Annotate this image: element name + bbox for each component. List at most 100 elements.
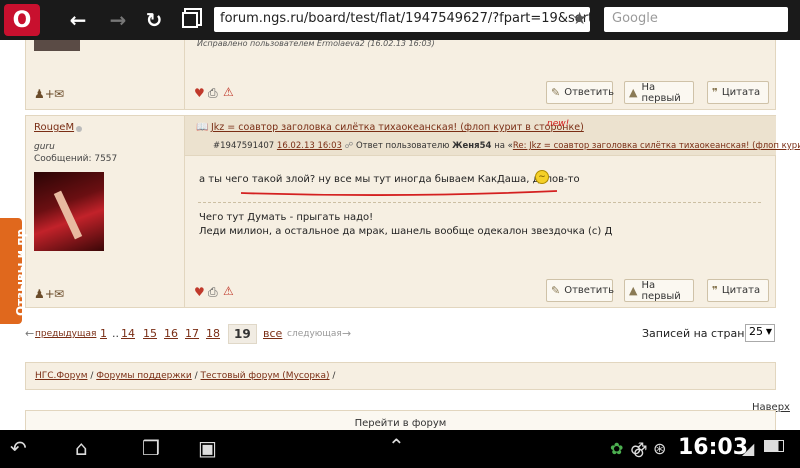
reply-button-label: Ответить (564, 285, 615, 296)
breadcrumb-item[interactable]: Форумы поддержки (96, 371, 192, 381)
subject-icon: 📖 (196, 122, 209, 133)
next-arrow-icon: → (342, 327, 352, 340)
breadcrumb: НГС.Форум / Форумы поддержки / Тестовый … (25, 362, 776, 390)
screenshot-icon[interactable]: ▣ (198, 436, 217, 460)
reload-icon: ↻ (145, 8, 163, 32)
reply-icon: ✎ (551, 86, 561, 99)
avatar (34, 40, 80, 51)
bookmark-star-icon[interactable]: ★ (572, 9, 587, 29)
post-date[interactable]: 16.02.13 16:03 (277, 141, 342, 151)
arrow-left-icon: ← (69, 8, 87, 32)
post-subject[interactable]: Jkz = соавтор заголовка силётка тихаокеа… (211, 122, 584, 133)
link-icon[interactable]: ☍ (345, 141, 354, 151)
page-link[interactable]: 16 (164, 327, 178, 340)
author-column: RougeM guru Сообщений: 7557 ♟+ ✉ (26, 116, 185, 307)
page-ellipsis: .. (112, 327, 119, 340)
add-friend-icon[interactable]: ♟+ (34, 87, 55, 101)
back-nav-icon[interactable]: ↶ (10, 436, 27, 460)
report-icon[interactable]: ⚠ (223, 284, 234, 298)
to-first-button-label: На первый (641, 81, 681, 104)
message-id: #1947591407 (213, 141, 275, 151)
system-nav-bar: ↶ ⌂ ❒ ▣ ⌃ ✿ ⚣ ⊛ 16:03 ◢ (0, 430, 800, 468)
back-button[interactable]: ← (64, 6, 92, 34)
opera-logo-icon: O (12, 7, 32, 33)
clock: 16:03 (678, 435, 749, 460)
wifi-icon: ⊛ (653, 439, 667, 458)
per-page-select[interactable]: 25 ▼ (745, 324, 775, 342)
opera-menu-button[interactable]: O (4, 4, 40, 36)
post-line-1: а ты чего такой злой? ну все мы тут иног… (199, 174, 580, 185)
quote-button[interactable]: ❞ Цитата (707, 81, 769, 104)
prev-page-link[interactable]: предыдущая (35, 329, 96, 339)
reply-button[interactable]: ✎ Ответить (546, 279, 615, 302)
next-page-link[interactable]: следующая (287, 329, 342, 339)
reply-on: на « (494, 141, 513, 151)
quote-button[interactable]: ❞ Цитата (707, 279, 769, 302)
author-message-count: Сообщений: 7557 (34, 154, 118, 164)
page-link[interactable]: 14 (121, 327, 135, 340)
forward-button[interactable]: → (104, 6, 132, 34)
new-badge: new! (547, 119, 570, 129)
post-meta: #1947591407 16.02.13 16:03 ☍ Ответ польз… (213, 141, 800, 151)
like-icon[interactable]: ♥ (194, 285, 205, 299)
chevron-down-icon: ▼ (765, 327, 772, 336)
signature-divider (198, 202, 761, 203)
reply-to-user[interactable]: Женя54 (452, 141, 491, 151)
search-input[interactable]: Google (604, 7, 788, 32)
chevron-up-icon[interactable]: ⌃ (388, 434, 405, 458)
reply-button[interactable]: ✎ Ответить (546, 81, 615, 104)
signature-line-2: Леди милион, а остальное да мрак, шанель… (199, 226, 613, 237)
current-page: 19 (228, 324, 257, 344)
all-pages-link[interactable]: все (263, 327, 282, 340)
prev-arrow-icon: ← (25, 327, 35, 340)
home-nav-icon[interactable]: ⌂ (75, 436, 88, 460)
per-page-value: 25 (749, 325, 763, 338)
quote-button-label: Цитата (721, 87, 761, 98)
quote-icon: ❞ (712, 284, 718, 297)
page-link[interactable]: 1 (100, 327, 107, 340)
tabs-icon (182, 12, 198, 28)
avatar[interactable] (34, 172, 104, 251)
quote-icon: ❞ (712, 86, 718, 99)
feedback-tab[interactable]: Отзывы и пр (0, 218, 28, 324)
mail-icon[interactable]: ✉ (54, 287, 64, 301)
reply-icon: ✎ (551, 284, 561, 297)
usb-icon: ⚣ (630, 439, 648, 458)
page-link[interactable]: 15 (143, 327, 157, 340)
feedback-tab-label: Отзывы и пр (14, 228, 28, 316)
breadcrumb-item[interactable]: Тестовый форум (Мусорка) (201, 371, 330, 381)
address-bar[interactable]: forum.ngs.ru/board/test/flat/1947549627/… (214, 7, 590, 32)
to-first-button-label: На первый (641, 279, 681, 302)
recent-apps-icon[interactable]: ❒ (142, 436, 160, 460)
smiley-icon: ∼ (535, 170, 549, 184)
reply-prefix: Ответ пользователю (355, 141, 450, 151)
reply-button-label: Ответить (564, 87, 615, 98)
print-icon[interactable]: ⎙ (208, 86, 218, 101)
tabs-button[interactable] (176, 6, 204, 34)
page-link[interactable]: 18 (206, 327, 220, 340)
mail-icon[interactable]: ✉ (54, 87, 64, 101)
post: RougeM guru Сообщений: 7557 ♟+ ✉ 📖 Jkz =… (25, 115, 800, 308)
previous-post-author-column: ♟+ ✉ (26, 40, 185, 109)
author-name[interactable]: RougeM (34, 122, 74, 133)
reload-button[interactable]: ↻ (140, 6, 168, 34)
red-underline-mark (240, 190, 558, 196)
add-friend-icon[interactable]: ♟+ (34, 287, 55, 301)
like-icon[interactable]: ♥ (194, 86, 205, 100)
battery-icon (764, 440, 784, 452)
page-link[interactable]: 17 (185, 327, 199, 340)
edited-note: Исправлено пользователем Ermolaeva2 (16.… (197, 40, 435, 48)
breadcrumb-item[interactable]: НГС.Форум (35, 371, 87, 381)
reply-subject[interactable]: Re: Jkz = соавтор заголовка силётка тиха… (513, 141, 800, 151)
avatar-figure (53, 190, 83, 240)
notification-icon: ✿ (610, 439, 624, 458)
quote-button-label: Цитата (721, 285, 761, 296)
to-first-button[interactable]: ▲ На первый (624, 81, 694, 104)
to-first-button[interactable]: ▲ На первый (624, 279, 694, 302)
report-icon[interactable]: ⚠ (223, 85, 234, 99)
signal-icon: ◢ (742, 439, 755, 458)
arrow-right-icon: → (109, 8, 127, 32)
previous-post: ♟+ ✉ Исправлено пользователем Ermolaeva2… (25, 40, 776, 110)
online-status-icon (76, 126, 82, 132)
print-icon[interactable]: ⎙ (208, 285, 218, 300)
